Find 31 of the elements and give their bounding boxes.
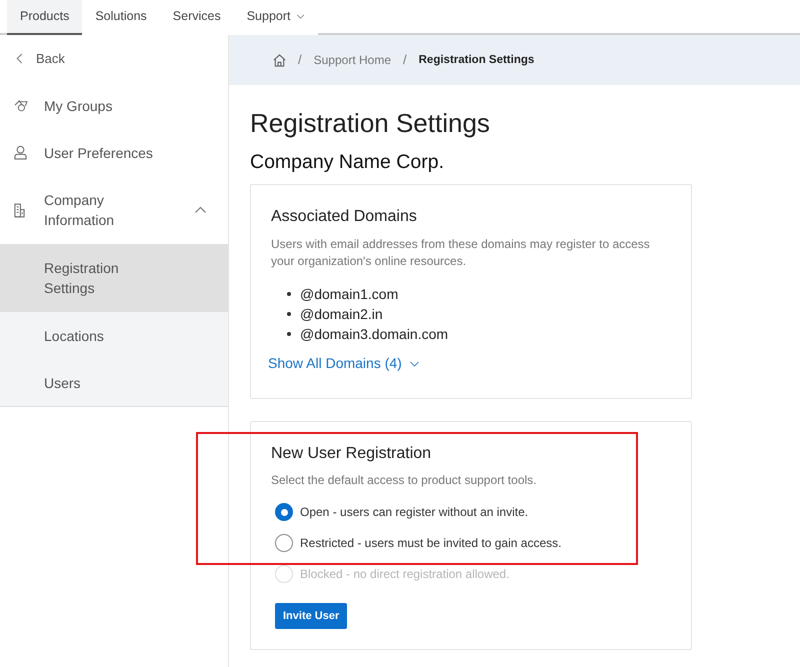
building-icon <box>14 202 25 218</box>
card-title: Associated Domains <box>271 207 417 227</box>
radio-option[interactable]: Open - users can register without an invite. <box>275 503 528 521</box>
sidebar-subitem[interactable]: Users <box>0 359 228 406</box>
chevron-left-icon <box>15 52 24 65</box>
breadcrumb-separator: / <box>403 51 407 70</box>
home-link[interactable] <box>273 54 286 66</box>
home-icon <box>273 54 286 66</box>
chevron-down-icon <box>408 360 421 368</box>
breadcrumb-link[interactable]: Support Home <box>314 51 391 69</box>
breadcrumb-separator: / <box>298 51 302 70</box>
page-title: Registration Settings <box>250 107 490 140</box>
sidebar-subitem[interactable]: Locations <box>0 312 228 359</box>
card-title: New User Registration <box>271 444 432 464</box>
user-icon <box>14 145 27 160</box>
nav-tab[interactable]: Products <box>7 0 82 35</box>
invite-user-button[interactable]: Invite User <box>275 603 348 629</box>
bullet-icon <box>287 292 291 296</box>
company-name: Company Name Corp. <box>250 150 444 175</box>
show-all-domains-link[interactable]: Show All Domains (4) <box>268 353 421 374</box>
shapes-icon <box>14 100 28 112</box>
card-description: Select the default access to product support tools. <box>271 472 536 489</box>
domain-text: @domain1.com <box>300 284 398 304</box>
card-description: Users with email addresses from these domains may register to access your organization's online resources. <box>271 236 651 270</box>
sidebar-subitem[interactable]: Registration Settings <box>0 244 228 312</box>
breadcrumb-current: Registration Settings <box>418 53 534 68</box>
bullet-icon <box>287 332 291 336</box>
domain-text: @domain3.domain.com <box>300 324 448 344</box>
radio-option[interactable]: Restricted - users must be invited to gain access. <box>275 534 562 552</box>
domain-text: @domain2.in <box>300 304 383 324</box>
bullet-icon <box>287 312 291 316</box>
